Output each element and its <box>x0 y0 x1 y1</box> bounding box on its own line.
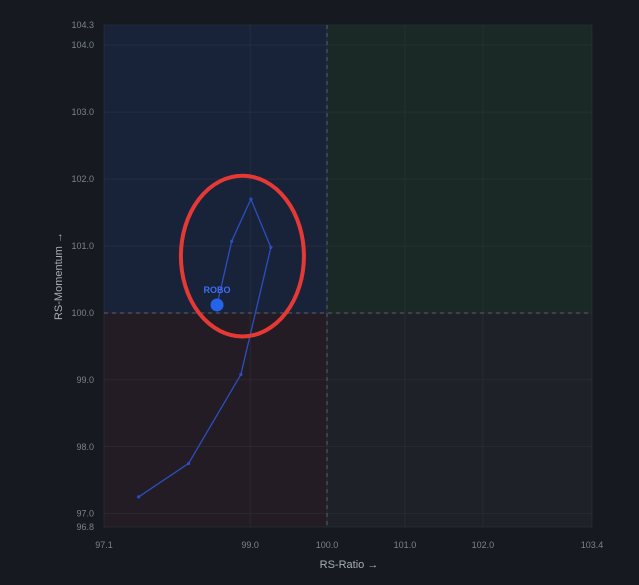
series-head-point <box>210 298 224 312</box>
series-point <box>249 197 253 201</box>
y-axis-label: RS-Momentum → <box>53 232 65 320</box>
y-tick-label: 100.0 <box>71 308 94 318</box>
quadrant-top-right <box>327 25 592 313</box>
series-point <box>239 372 243 377</box>
series-point <box>137 495 141 499</box>
y-tick-label: 102.0 <box>71 174 94 184</box>
y-tick-label: 98.0 <box>76 442 94 452</box>
y-tick-label: 101.0 <box>71 241 94 251</box>
x-axis-label: RS-Ratio → <box>320 559 379 571</box>
y-tick-label: 99.0 <box>76 375 94 385</box>
rrg-chart: 97.1 99.0 100.0 101.0 102.0 103.4 96.8 97.0 98.… <box>0 0 639 580</box>
x-tick-label: 103.4 <box>581 540 604 550</box>
quadrants <box>104 25 592 527</box>
x-axis-ticks: 97.1 99.0 100.0 101.0 102.0 103.4 <box>95 540 603 550</box>
quadrant-top-left <box>104 25 327 313</box>
series-point <box>230 239 234 243</box>
y-tick-label: 96.8 <box>76 522 94 532</box>
x-tick-label: 97.1 <box>95 540 113 550</box>
chart-svg: 97.1 99.0 100.0 101.0 102.0 103.4 96.8 97.0 98.… <box>53 20 603 571</box>
y-tick-label: 97.0 <box>76 509 94 519</box>
y-tick-label: 104.0 <box>71 40 94 50</box>
quadrant-bottom-left <box>104 313 327 527</box>
y-tick-label: 104.3 <box>71 20 94 30</box>
quadrant-bottom-right <box>327 313 592 527</box>
series-point <box>269 245 273 249</box>
series-label: ROBO <box>204 285 231 295</box>
y-axis-ticks: 96.8 97.0 98.0 99.0 100.0 101.0 102.0 103.0 104.… <box>71 20 94 532</box>
x-tick-label: 102.0 <box>472 540 495 550</box>
x-tick-label: 101.0 <box>394 540 417 550</box>
x-tick-label: 99.0 <box>241 540 259 550</box>
series-point <box>186 461 191 466</box>
y-tick-label: 103.0 <box>71 107 94 117</box>
x-tick-label: 100.0 <box>316 540 339 550</box>
